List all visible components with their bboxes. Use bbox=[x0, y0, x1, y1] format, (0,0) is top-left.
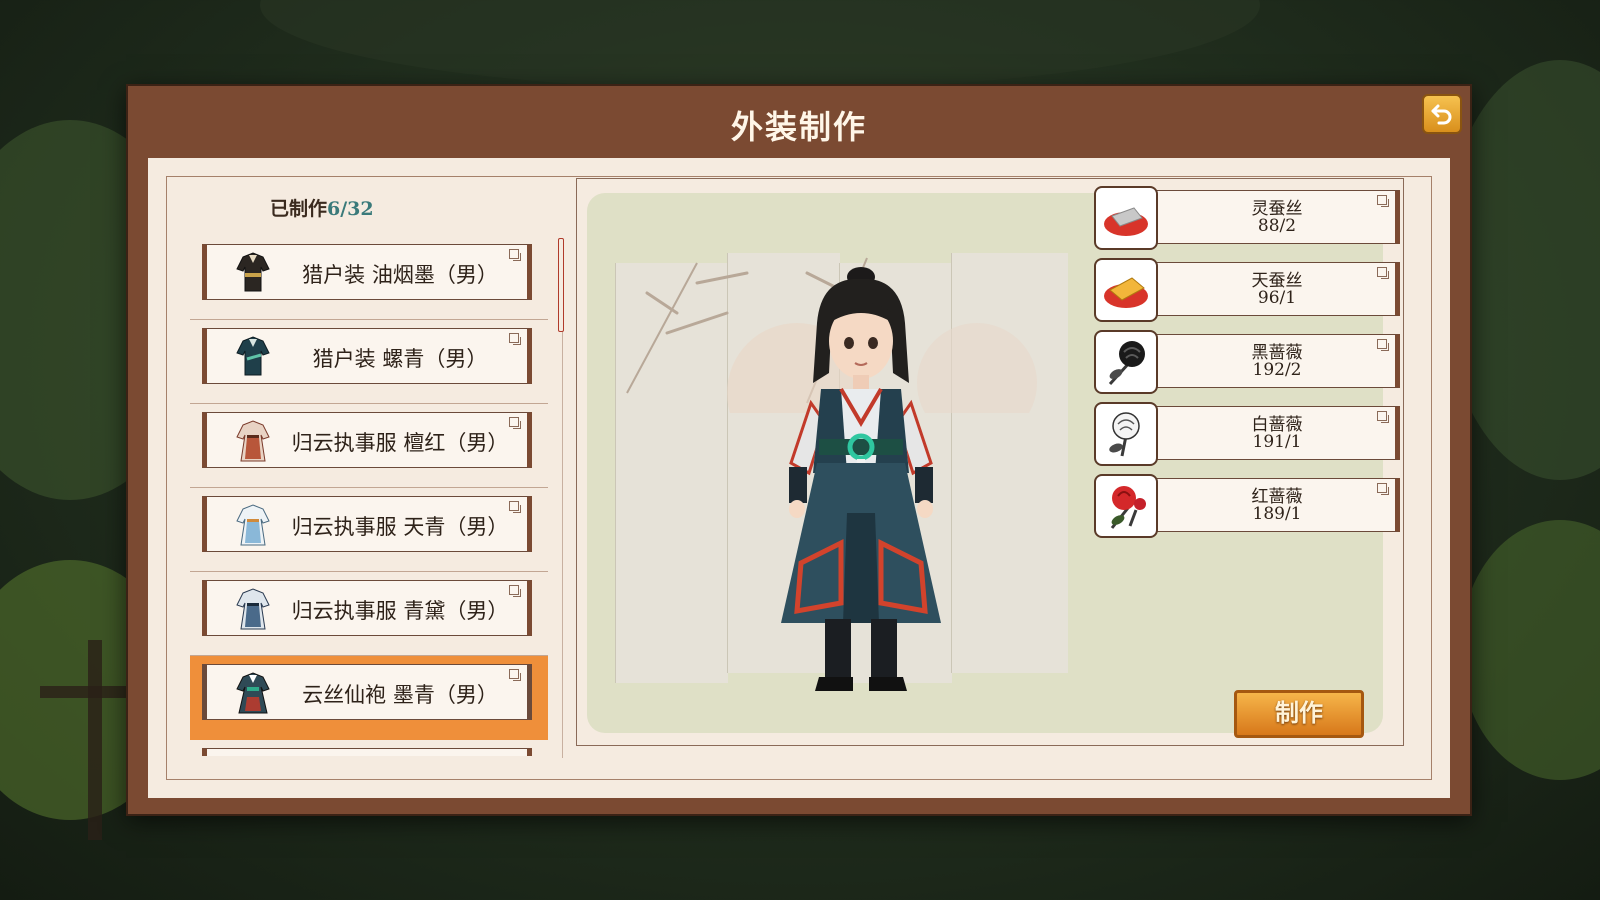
list-item[interactable]: 归云执事服 檀红（男） bbox=[190, 404, 548, 488]
red-rose-icon bbox=[1110, 486, 1146, 529]
outfit-label: 归云执事服 青黛（男） bbox=[291, 599, 509, 623]
material-item[interactable]: 黑蔷薇 192/2 bbox=[1094, 330, 1410, 394]
hunter-outfit-black-icon bbox=[236, 252, 270, 292]
outfit-card: 归云执事服 青黛（男） bbox=[202, 580, 532, 636]
black-rose-icon bbox=[1108, 341, 1145, 386]
material-quantity: 88/2 bbox=[1257, 216, 1297, 236]
steward-robe-skyblue-icon bbox=[236, 504, 270, 546]
material-icon-frame bbox=[1094, 474, 1158, 538]
crafted-counter: 已制作6/32 bbox=[270, 194, 374, 221]
corner-ornament bbox=[509, 669, 521, 681]
corner-ornament bbox=[509, 249, 521, 261]
material-icon-frame bbox=[1094, 330, 1158, 394]
list-item[interactable]: 归云执事服 青黛（男） bbox=[190, 572, 548, 656]
outfit-label: 云丝仙袍 墨青（男） bbox=[302, 683, 498, 707]
list-scrollbar[interactable] bbox=[558, 238, 564, 332]
background-roof bbox=[260, 0, 1260, 90]
material-quantity: 189/1 bbox=[1252, 504, 1302, 524]
craft-button[interactable]: 制作 bbox=[1234, 690, 1364, 738]
outfit-label: 归云执事服 天青（男） bbox=[291, 515, 509, 539]
material-quantity: 192/2 bbox=[1252, 360, 1302, 380]
background-foliage bbox=[1460, 520, 1600, 780]
outfit-card: 归云执事服 檀红（男） bbox=[202, 412, 532, 468]
list-item-selected[interactable]: 云丝仙袍 墨青（男） bbox=[190, 656, 548, 740]
corner-ornament bbox=[509, 501, 521, 513]
window-title: 外装制作 bbox=[730, 108, 867, 146]
material-item[interactable]: 灵蚕丝 88/2 bbox=[1094, 186, 1410, 250]
outfit-label: 归云执事服 檀红（男） bbox=[291, 431, 509, 455]
corner-ornament bbox=[509, 417, 521, 429]
material-icon-frame bbox=[1094, 258, 1158, 322]
character-model bbox=[761, 263, 961, 707]
heaven-silk-icon bbox=[1104, 277, 1148, 308]
outfit-card: 云丝仙袍 墨青（男） bbox=[202, 664, 532, 720]
character-figure bbox=[781, 267, 941, 691]
list-item[interactable]: 猎户装 螺青（男） bbox=[190, 320, 548, 404]
material-quantity: 96/1 bbox=[1257, 288, 1297, 308]
list-item[interactable]: 归云执事服 天青（男） bbox=[190, 488, 548, 572]
material-item[interactable]: 天蚕丝 96/1 bbox=[1094, 258, 1410, 322]
outfit-label: 猎户装 油烟墨（男） bbox=[302, 263, 498, 287]
outfit-list: 猎户装 油烟墨（男） 猎户装 螺青（男） 归云执事服 檀红（男） 归云执事服 天… bbox=[190, 236, 550, 756]
crafted-label: 已制作 bbox=[270, 198, 328, 220]
material-item[interactable]: 红蔷薇 189/1 bbox=[1094, 474, 1410, 538]
list-item[interactable]: 猎户装 油烟墨（男） bbox=[190, 236, 548, 320]
steward-robe-indigo-icon bbox=[236, 588, 270, 630]
white-rose-icon bbox=[1109, 412, 1140, 457]
outfit-label: 猎户装 螺青（男） bbox=[312, 347, 488, 371]
material-icon-frame bbox=[1094, 402, 1158, 466]
outfit-card: 猎户装 油烟墨（男） bbox=[202, 244, 532, 300]
material-quantity: 191/1 bbox=[1252, 432, 1302, 452]
background-post bbox=[88, 640, 102, 840]
material-icon-frame bbox=[1094, 186, 1158, 250]
hunter-outfit-teal-icon bbox=[236, 336, 270, 376]
material-item[interactable]: 白蔷薇 191/1 bbox=[1094, 402, 1410, 466]
list-item[interactable] bbox=[190, 740, 548, 756]
outfit-card bbox=[202, 748, 532, 756]
spirit-silk-icon bbox=[1104, 207, 1148, 236]
back-button[interactable] bbox=[1422, 94, 1462, 134]
outfit-card: 猎户装 螺青（男） bbox=[202, 328, 532, 384]
corner-ornament bbox=[509, 333, 521, 345]
cloud-silk-robe-icon bbox=[236, 672, 270, 714]
crafted-count: 6/32 bbox=[327, 198, 374, 220]
undo-arrow-icon bbox=[1431, 104, 1452, 125]
outfit-crafting-window: 外装制作 已制作6/32 猎户装 油烟墨（男） 猎户装 螺青（男） 归云执事服 … bbox=[126, 84, 1472, 816]
corner-ornament bbox=[509, 585, 521, 597]
steward-robe-red-icon bbox=[236, 420, 270, 462]
content-panel: 已制作6/32 猎户装 油烟墨（男） 猎户装 螺青（男） 归云执事服 檀红（男）… bbox=[148, 158, 1450, 798]
outfit-card: 归云执事服 天青（男） bbox=[202, 496, 532, 552]
